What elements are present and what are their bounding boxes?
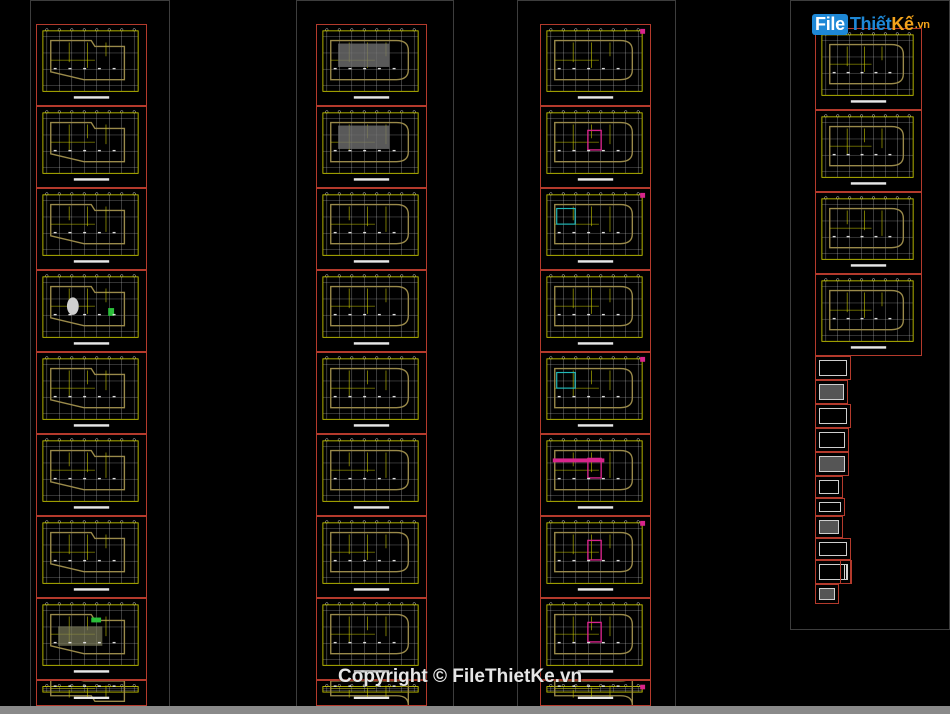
drawing-sheet-1-7[interactable] [36,516,147,598]
drawing-sheet-2-7[interactable] [316,516,427,598]
drawing-sheet-2-4[interactable] [316,270,427,352]
detail-sheet-6[interactable] [815,476,843,498]
detail-drawing [819,432,845,448]
detail-sheet-2[interactable] [815,380,848,404]
detail-drawing [819,588,835,600]
logo-ke: Kế [891,14,914,34]
drawing-sheet-1-9[interactable] [36,680,147,706]
detail-sheet-12[interactable] [840,560,852,584]
detail-drawing [819,520,839,534]
copyright-watermark: Copyright © FileThietKe.vn [338,666,583,687]
drawing-sheet-3-3[interactable] [540,188,651,270]
detail-sheet-4[interactable] [815,428,849,452]
logo-suffix: .vn [914,18,930,31]
drawing-sheet-1-6[interactable] [36,434,147,516]
detail-sheet-3[interactable] [815,404,851,428]
drawing-sheet-3-4[interactable] [540,270,651,352]
status-bar [0,706,950,714]
drawing-sheet-4-3[interactable] [815,192,922,274]
detail-sheet-11[interactable] [815,584,839,604]
drawing-sheet-4-2[interactable] [815,110,922,192]
drawing-sheet-2-5[interactable] [316,352,427,434]
detail-sheet-9[interactable] [815,538,851,560]
drawing-sheet-2-3[interactable] [316,188,427,270]
detail-drawing [819,502,841,512]
detail-drawing [819,480,839,494]
drawing-sheet-2-6[interactable] [316,434,427,516]
drawing-sheet-1-1[interactable] [36,24,147,106]
drawing-sheet-1-2[interactable] [36,106,147,188]
detail-sheet-8[interactable] [815,516,843,538]
detail-drawing [819,384,844,400]
drawing-sheet-1-8[interactable] [36,598,147,680]
detail-sheet-7[interactable] [815,498,845,516]
detail-sheet-1[interactable] [815,356,851,380]
detail-drawing [819,542,847,556]
drawing-sheet-2-2[interactable] [316,106,427,188]
logo-file: File [812,14,848,35]
drawing-sheet-3-5[interactable] [540,352,651,434]
detail-drawing [819,360,847,376]
drawing-sheet-1-5[interactable] [36,352,147,434]
drawing-sheet-3-7[interactable] [540,516,651,598]
drawing-sheet-4-1[interactable] [815,28,922,110]
drawing-sheet-3-1[interactable] [540,24,651,106]
logo-thiet: Thiết [849,14,892,34]
drawing-sheet-2-1[interactable] [316,24,427,106]
detail-drawing [844,564,848,580]
cad-model-space[interactable]: File Thiết Kế .vn Copyright © FileThietK… [0,0,950,714]
drawing-sheet-1-4[interactable] [36,270,147,352]
detail-sheet-5[interactable] [815,452,849,476]
detail-drawing [819,456,845,472]
drawing-sheet-1-3[interactable] [36,188,147,270]
drawing-sheet-3-6[interactable] [540,434,651,516]
site-logo[interactable]: File Thiết Kế .vn [812,14,930,35]
drawing-sheet-4-4[interactable] [815,274,922,356]
drawing-sheet-3-2[interactable] [540,106,651,188]
detail-drawing [819,408,847,424]
